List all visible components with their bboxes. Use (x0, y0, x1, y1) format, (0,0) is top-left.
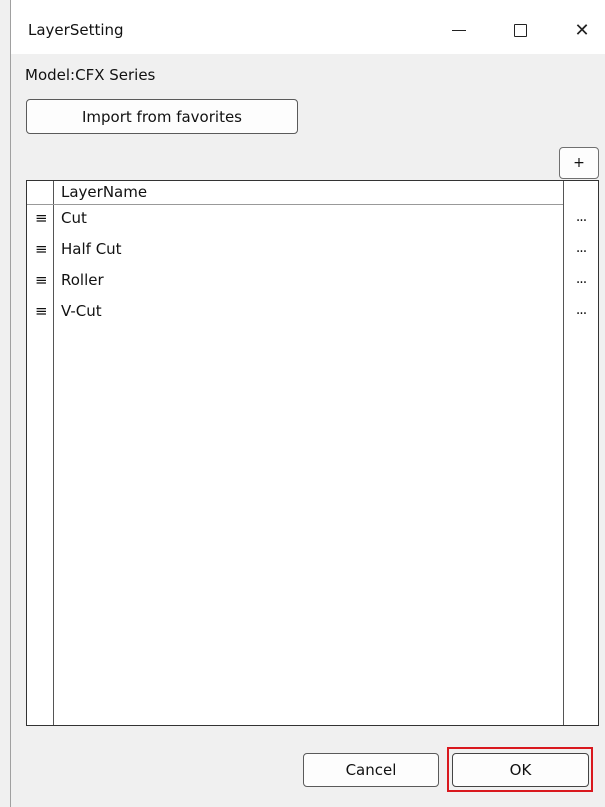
window-left-border (10, 0, 11, 807)
layer-name-cell[interactable]: Roller (61, 271, 104, 289)
add-layer-button[interactable]: + (559, 147, 599, 179)
drag-handle-icon[interactable]: ≡ (35, 271, 48, 289)
close-button[interactable]: ✕ (560, 12, 604, 48)
cancel-button[interactable]: Cancel (303, 753, 439, 787)
layer-name-cell[interactable]: Half Cut (61, 240, 122, 258)
minimize-icon (452, 29, 466, 31)
layer-name-cell[interactable]: Cut (61, 209, 87, 227)
table-row[interactable]: ≡ Roller ... (27, 267, 596, 298)
close-icon: ✕ (574, 19, 590, 41)
layer-setting-window: LayerSetting ✕ Model:CFX Series Import f… (0, 0, 605, 807)
drag-handle-icon[interactable]: ≡ (35, 240, 48, 258)
column-header-layername[interactable]: LayerName (61, 183, 147, 201)
drag-handle-icon[interactable]: ≡ (35, 302, 48, 320)
row-more-button[interactable]: ... (571, 302, 591, 318)
row-more-button[interactable]: ... (571, 209, 591, 225)
maximize-button[interactable] (498, 12, 542, 48)
table-row[interactable]: ≡ V-Cut ... (27, 298, 596, 329)
table-row[interactable]: ≡ Half Cut ... (27, 236, 596, 267)
ok-button[interactable]: OK (452, 753, 589, 787)
row-more-button[interactable]: ... (571, 240, 591, 256)
layer-grid: LayerName ≡ Cut ... ≡ Half Cut ... ≡ Rol… (26, 180, 599, 726)
import-from-favorites-button[interactable]: Import from favorites (26, 99, 298, 134)
model-label: Model:CFX Series (25, 66, 156, 84)
row-more-button[interactable]: ... (571, 271, 591, 287)
title-bar: LayerSetting ✕ (11, 0, 605, 54)
table-row[interactable]: ≡ Cut ... (27, 205, 596, 236)
window-title: LayerSetting (28, 21, 124, 39)
layer-name-cell[interactable]: V-Cut (61, 302, 102, 320)
drag-handle-icon[interactable]: ≡ (35, 209, 48, 227)
maximize-icon (513, 23, 527, 37)
minimize-button[interactable] (437, 12, 481, 48)
